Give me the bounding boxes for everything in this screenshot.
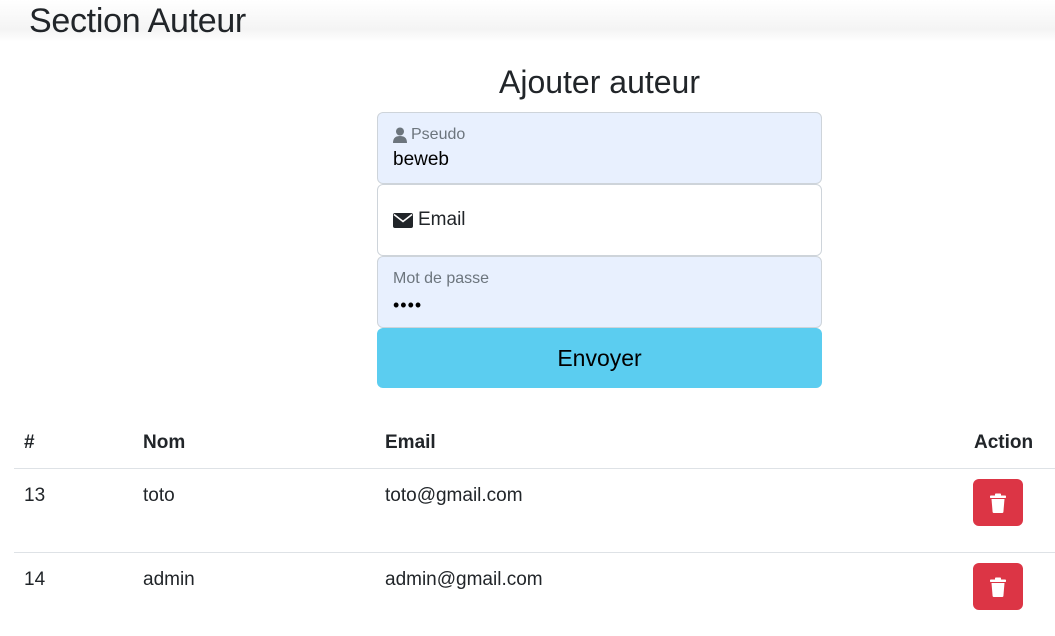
password-value: ••••	[393, 295, 422, 316]
form-title: Ajouter auteur	[377, 60, 822, 104]
cell-action	[964, 469, 1055, 553]
cell-email: toto@gmail.com	[375, 469, 964, 553]
pseudo-label: Pseudo	[393, 126, 465, 144]
trash-icon	[990, 493, 1006, 513]
col-header-nom: Nom	[133, 418, 375, 469]
cell-action	[964, 553, 1055, 636]
col-header-id: #	[14, 418, 133, 469]
delete-button[interactable]	[973, 479, 1023, 526]
trash-icon	[990, 577, 1006, 597]
cell-nom: toto	[133, 469, 375, 553]
col-header-action: Action	[964, 418, 1055, 469]
pseudo-label-text: Pseudo	[411, 126, 465, 144]
email-label-text: Email	[418, 209, 466, 231]
user-icon	[393, 127, 407, 143]
email-label: Email	[393, 209, 466, 231]
table-row: 14 admin admin@gmail.com	[14, 553, 1055, 636]
pseudo-field[interactable]: Pseudo beweb	[377, 112, 822, 184]
pseudo-value: beweb	[393, 149, 449, 171]
password-label: Mot de passe	[393, 270, 489, 288]
password-field[interactable]: Mot de passe ••••	[377, 256, 822, 328]
cell-id: 13	[14, 469, 133, 553]
email-field[interactable]: Email	[377, 184, 822, 256]
table-header-row: # Nom Email Action	[14, 418, 1055, 469]
submit-button[interactable]: Envoyer	[377, 328, 822, 388]
envelope-icon	[393, 213, 413, 228]
cell-email: admin@gmail.com	[375, 553, 964, 636]
col-header-email: Email	[375, 418, 964, 469]
page-title: Section Auteur	[29, 0, 246, 42]
authors-table: # Nom Email Action 13 toto toto@gmail.co…	[14, 418, 1055, 636]
table-row: 13 toto toto@gmail.com	[14, 469, 1055, 553]
cell-nom: admin	[133, 553, 375, 636]
delete-button[interactable]	[973, 563, 1023, 610]
cell-id: 14	[14, 553, 133, 636]
